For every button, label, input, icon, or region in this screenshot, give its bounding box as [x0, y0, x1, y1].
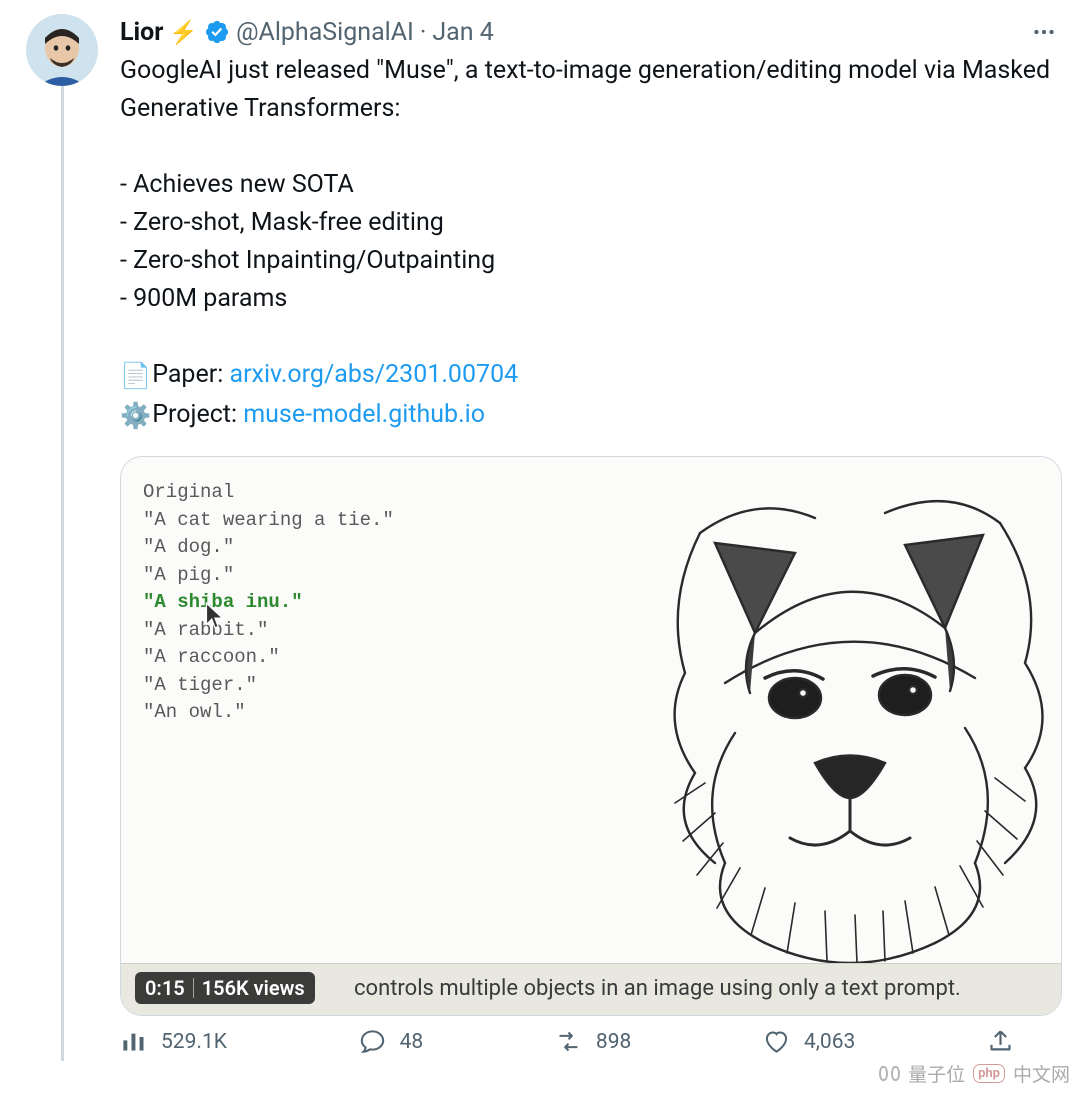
- like-count: 4,063: [804, 1030, 855, 1054]
- video-views: 156K views: [202, 976, 305, 1000]
- paper-label: Paper:: [146, 360, 229, 389]
- author-cluster[interactable]: Lior ⚡ @AlphaSignalAI · Jan 4: [120, 18, 494, 47]
- cursor-icon: [203, 601, 227, 641]
- video-time: 0:15: [145, 976, 185, 1000]
- paper-link[interactable]: arxiv.org/abs/2301.00704: [229, 360, 518, 389]
- thread-column: [18, 14, 106, 1061]
- share-icon: [987, 1028, 1014, 1055]
- tweet-body: GoogleAI just released "Muse", a text-to…: [120, 52, 1062, 436]
- document-icon: 📄: [120, 358, 146, 396]
- video-time-views-pill: 0:15 156K views: [135, 972, 315, 1004]
- project-link[interactable]: muse-model.github.io: [243, 400, 485, 429]
- lightning-emoji: ⚡: [169, 19, 198, 46]
- watermark-cn: 中文网: [1013, 1060, 1070, 1087]
- body-bullet-2: - Zero-shot Inpainting/Outpainting: [120, 246, 495, 275]
- retweet-icon: [555, 1028, 582, 1055]
- media-video-frame: Original "A cat wearing a tie." "A dog."…: [121, 457, 1061, 1015]
- reply-button[interactable]: 48: [359, 1028, 424, 1055]
- prompt-list: Original "A cat wearing a tie." "A dog."…: [143, 479, 394, 727]
- body-bullet-1: - Zero-shot, Mask-free editing: [120, 208, 444, 237]
- project-label: Project:: [146, 400, 243, 429]
- site-watermark: 量子位 php 中文网: [879, 1060, 1070, 1087]
- prompt-item-5: "A raccoon.": [143, 644, 394, 672]
- prompt-item-2: "A pig.": [143, 562, 394, 590]
- body-bullet-3: - 900M params: [120, 284, 287, 313]
- reply-icon: [359, 1028, 386, 1055]
- media-card[interactable]: Original "A cat wearing a tie." "A dog."…: [120, 456, 1062, 1016]
- author-handle: @AlphaSignalAI: [236, 18, 414, 47]
- tweet-main: Lior ⚡ @AlphaSignalAI · Jan 4 GoogleAI j…: [106, 14, 1062, 1061]
- author-name: Lior: [120, 18, 163, 47]
- retweet-button[interactable]: 898: [555, 1028, 631, 1055]
- video-caption-text: controls multiple objects in an image us…: [354, 976, 961, 1001]
- body-intro: GoogleAI just released "Muse", a text-to…: [120, 56, 1050, 123]
- verified-badge-icon: [204, 19, 230, 45]
- thread-connector-line: [61, 86, 64, 1061]
- heart-icon: [763, 1028, 790, 1055]
- prompt-item-6: "A tiger.": [143, 672, 394, 700]
- avatar[interactable]: [26, 14, 98, 86]
- tweet-header: Lior ⚡ @AlphaSignalAI · Jan 4: [120, 14, 1062, 50]
- more-options-button[interactable]: [1026, 14, 1062, 50]
- generated-image-illustration: [605, 463, 1062, 963]
- video-caption-bar: 0:15 156K views controls multiple object…: [121, 963, 1061, 1015]
- share-button[interactable]: [987, 1028, 1014, 1055]
- ellipsis-icon: [1031, 19, 1057, 45]
- retweet-count: 898: [596, 1030, 631, 1054]
- reply-count: 48: [400, 1030, 424, 1054]
- analytics-button[interactable]: 529.1K: [120, 1028, 227, 1055]
- prompt-item-7: "An owl.": [143, 699, 394, 727]
- body-bullet-0: - Achieves new SOTA: [120, 170, 354, 199]
- header-separator-dot: ·: [420, 18, 427, 47]
- analytics-count: 529.1K: [161, 1030, 227, 1054]
- like-button[interactable]: 4,063: [763, 1028, 855, 1055]
- prompt-header: Original: [143, 479, 394, 507]
- prompt-item-3: "A shiba inu.": [143, 589, 394, 617]
- watermark-php: php: [973, 1064, 1005, 1083]
- watermark-qubit: 量子位: [908, 1060, 965, 1087]
- tweet-action-bar: 529.1K 48 898 4,063: [120, 1016, 1062, 1061]
- analytics-icon: [120, 1028, 147, 1055]
- prompt-item-1: "A dog.": [143, 534, 394, 562]
- gear-icon: ⚙️: [120, 398, 146, 436]
- tweet-container: Lior ⚡ @AlphaSignalAI · Jan 4 GoogleAI j…: [0, 0, 1080, 1067]
- tweet-date: Jan 4: [432, 18, 493, 47]
- prompt-item-0: "A cat wearing a tie.": [143, 507, 394, 535]
